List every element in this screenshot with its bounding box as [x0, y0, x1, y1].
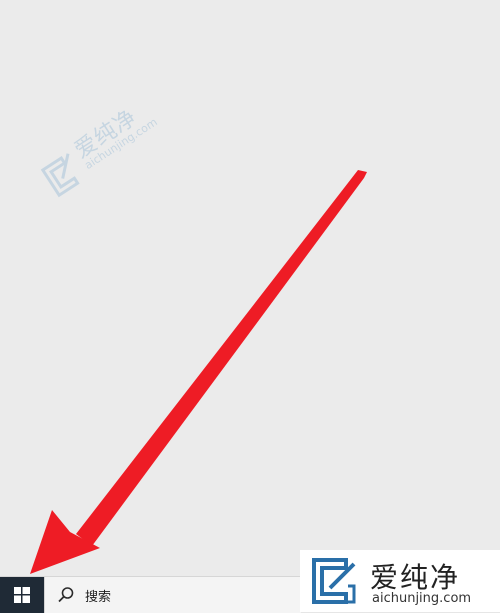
start-button[interactable]	[0, 577, 44, 613]
windows-logo-icon	[14, 587, 30, 603]
taskbar-search-box[interactable]: 搜索	[44, 577, 301, 613]
desktop-background: 爱纯净 aichunjing.com	[0, 0, 500, 576]
brand-watermark: 爱纯净 aichunjing.com	[300, 550, 500, 612]
search-icon	[58, 587, 74, 603]
search-placeholder: 搜索	[85, 589, 112, 605]
brand-logo-icon	[312, 558, 356, 604]
brand-name-cn: 爱纯净	[370, 561, 461, 594]
watermark: 爱纯净 aichunjing.com	[10, 52, 212, 251]
brand-url: aichunjing.com	[372, 591, 472, 606]
